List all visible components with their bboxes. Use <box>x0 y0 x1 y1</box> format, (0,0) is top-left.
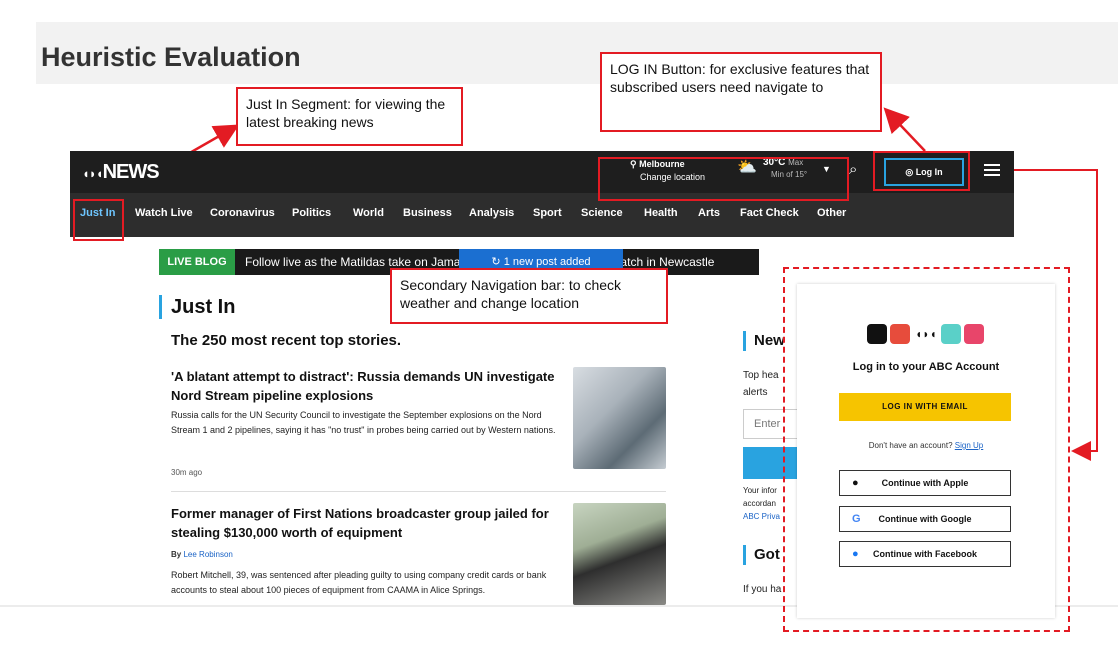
highlight-secondary-nav <box>598 157 849 201</box>
primary-nav: Just In Watch Live Coronavirus Politics … <box>70 193 1014 237</box>
nav-fact-check[interactable]: Fact Check <box>740 207 799 219</box>
nav-business[interactable]: Business <box>403 207 452 219</box>
nav-world[interactable]: World <box>353 207 384 219</box>
live-blog-tag: LIVE BLOG <box>159 249 235 275</box>
refresh-icon: ↻ <box>491 256 501 268</box>
continue-facebook-button[interactable]: ● Continue with Facebook <box>839 541 1011 567</box>
login-email-button[interactable]: LOG IN WITH EMAIL <box>839 393 1011 421</box>
story-2-title[interactable]: Former manager of First Nations broadcas… <box>171 504 571 542</box>
apple-icon: ● <box>852 477 859 489</box>
story-1-body: Russia calls for the UN Security Council… <box>171 410 556 435</box>
callout-secondary-nav: Secondary Navigation bar: to check weath… <box>390 268 668 324</box>
signup-prompt: Don't have an account? Sign Up <box>868 441 984 450</box>
story-1-title[interactable]: 'A blatant attempt to distract': Russia … <box>171 367 565 405</box>
nav-watch-live[interactable]: Watch Live <box>135 207 193 219</box>
sidebar-text: alerts <box>743 387 768 398</box>
highlight-login <box>873 151 970 191</box>
story-2-image[interactable] <box>573 503 666 605</box>
sidebar-heading-2: Got <box>754 546 780 563</box>
section-accent <box>159 295 162 319</box>
privacy-link[interactable]: ABC Priva <box>743 512 780 521</box>
sidebar-heading: New <box>754 332 785 349</box>
login-modal-title: Log in to your ABC Account <box>852 361 1000 373</box>
continue-google-button[interactable]: G Continue with Google <box>839 506 1011 532</box>
callout-just-in: Just In Segment: for viewing the latest … <box>236 87 463 146</box>
google-icon: G <box>852 513 861 525</box>
arrow-login <box>883 107 926 152</box>
abc-news-logo[interactable]: ◖◗◖NEWS <box>82 161 160 184</box>
continue-apple-button[interactable]: ● Continue with Apple <box>839 470 1011 496</box>
nav-health[interactable]: Health <box>644 207 678 219</box>
nav-sport[interactable]: Sport <box>533 207 562 219</box>
nav-other[interactable]: Other <box>817 207 846 219</box>
nav-science[interactable]: Science <box>581 207 623 219</box>
facebook-icon: ● <box>852 548 859 560</box>
login-modal: ◖◗◖ Log in to your ABC Account LOG IN WI… <box>797 284 1055 618</box>
nav-arts[interactable]: Arts <box>698 207 720 219</box>
story-2-byline: By Lee Robinson <box>171 550 233 559</box>
sidebar-small: accordan <box>743 499 776 508</box>
nav-politics[interactable]: Politics <box>292 207 331 219</box>
story-divider <box>171 491 666 492</box>
sidebar-small: Your infor <box>743 486 777 495</box>
sidebar-accent-2 <box>743 545 746 565</box>
section-subtitle: The 250 most recent top stories. <box>171 332 402 349</box>
sidebar-text: If you ha <box>743 584 782 595</box>
section-title: Just In <box>171 296 236 318</box>
sidebar-text: Top hea <box>743 370 779 381</box>
sidebar-accent <box>743 331 746 351</box>
signup-link[interactable]: Sign Up <box>955 441 983 450</box>
abc-brand-logos: ◖◗◖ <box>867 323 985 345</box>
callout-login: LOG IN Button: for exclusive features th… <box>600 52 882 132</box>
nav-coronavirus[interactable]: Coronavirus <box>210 207 275 219</box>
highlight-just-in <box>73 199 124 241</box>
story-1-time: 30m ago <box>171 468 203 477</box>
story-1-image[interactable] <box>573 367 666 469</box>
story-2-body: Robert Mitchell, 39, was sentenced after… <box>171 570 547 595</box>
nav-analysis[interactable]: Analysis <box>469 207 514 219</box>
menu-icon[interactable] <box>984 161 1000 179</box>
search-icon[interactable]: ⌕ <box>849 161 857 178</box>
